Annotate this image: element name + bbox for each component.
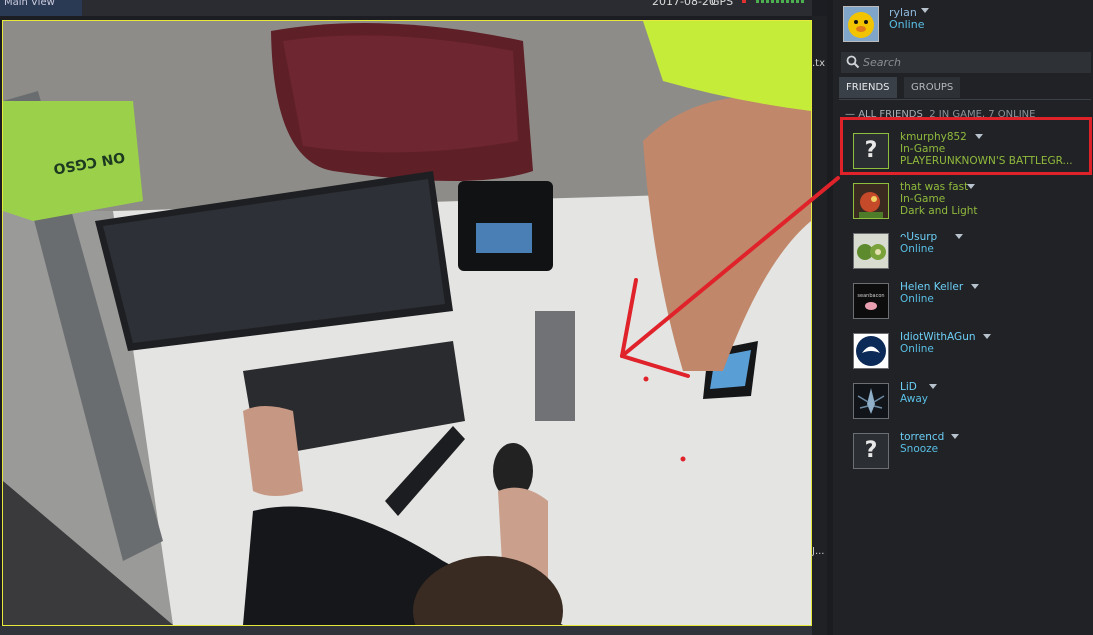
arrow-annotation [620,176,840,378]
screen: Main View × 2017-08-20 GPS ON CGSO [0,0,1093,635]
